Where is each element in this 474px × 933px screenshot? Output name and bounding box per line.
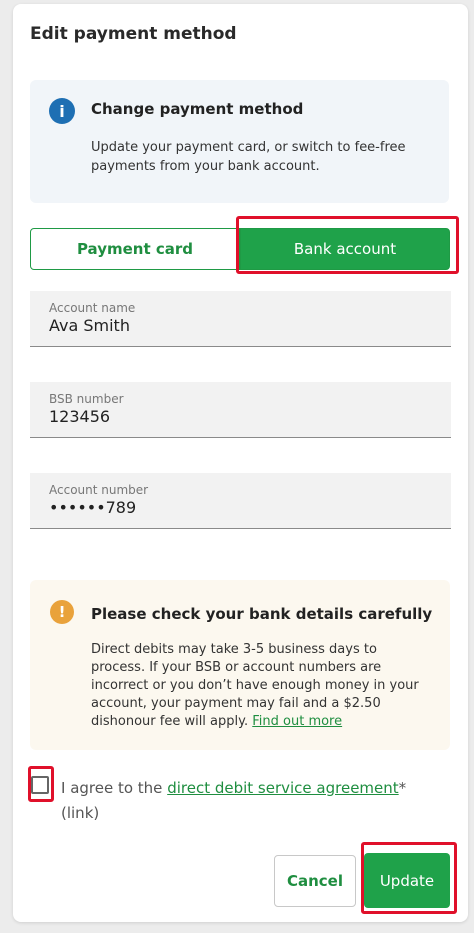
account-name-field[interactable]: Account name Ava Smith [30, 291, 451, 347]
bank-details-warning: ! Please check your bank details careful… [30, 580, 450, 750]
bsb-number-label: BSB number [49, 392, 124, 406]
dialog-title: Edit payment method [30, 24, 237, 44]
account-number-field[interactable]: Account number ••••••789 [30, 473, 451, 529]
account-name-label: Account name [49, 301, 136, 315]
warning-icon: ! [50, 600, 74, 624]
account-name-value: Ava Smith [49, 316, 130, 335]
bsb-number-value: 123456 [49, 407, 111, 426]
info-heading: Change payment method [91, 100, 304, 118]
agreement-prefix: I agree to the [61, 779, 168, 797]
account-number-value: ••••••789 [49, 498, 137, 517]
warning-heading: Please check your bank details carefully [91, 605, 433, 623]
account-number-label: Account number [49, 483, 149, 497]
payment-method-toggle: Payment card Bank account [30, 228, 450, 270]
update-button[interactable]: Update [364, 853, 450, 908]
agreement-checkbox[interactable] [31, 776, 49, 794]
cancel-button[interactable]: Cancel [274, 855, 356, 907]
find-out-more-link[interactable]: Find out more [252, 714, 342, 729]
bank-account-tab[interactable]: Bank account [240, 228, 450, 270]
warning-body: Direct debits may take 3-5 business days… [91, 641, 431, 731]
info-body: Update your payment card, or switch to f… [91, 140, 406, 174]
info-icon: i [49, 98, 75, 124]
direct-debit-agreement-link[interactable]: direct debit service agreement [167, 779, 398, 797]
info-callout: i Change payment method Update your paym… [30, 80, 449, 203]
agreement-text: I agree to the direct debit service agre… [61, 776, 441, 826]
edit-payment-dialog: Edit payment method i Change payment met… [13, 4, 468, 922]
bsb-number-field[interactable]: BSB number 123456 [30, 382, 451, 438]
payment-card-tab[interactable]: Payment card [30, 228, 240, 270]
